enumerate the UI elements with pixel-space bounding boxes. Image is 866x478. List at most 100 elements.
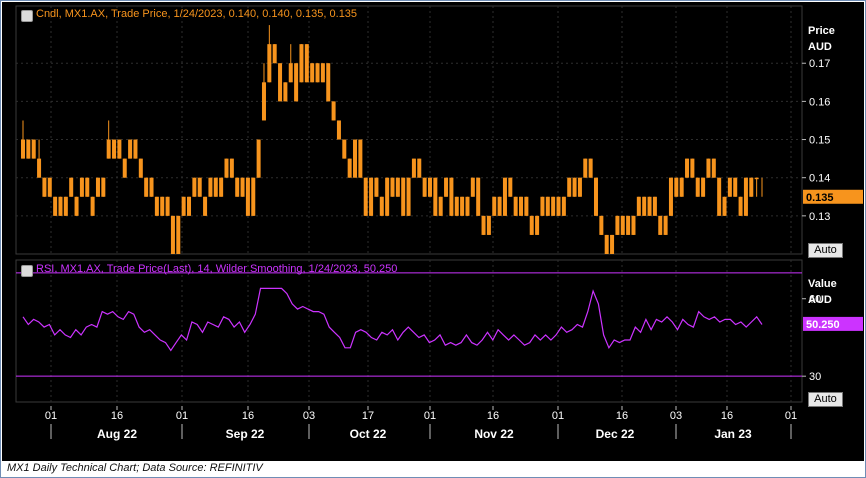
candle-body — [385, 177, 390, 216]
x-tick-label: 01 — [176, 410, 188, 422]
candle-body — [470, 177, 475, 197]
candle-body — [165, 196, 170, 216]
candle-body — [374, 177, 379, 197]
candle-body — [722, 196, 727, 216]
candle-body — [47, 177, 52, 197]
candle-body — [229, 158, 234, 178]
candle-body — [492, 196, 497, 216]
candle-body — [331, 101, 336, 121]
candle-body — [497, 196, 502, 216]
price-auto-scale-button[interactable]: Auto — [808, 243, 843, 258]
candle-body — [695, 177, 700, 197]
candle-body — [261, 82, 266, 121]
last-price-label: 0.135 — [806, 192, 834, 204]
candle-body — [706, 158, 711, 178]
legend-toggle-icon[interactable] — [21, 10, 33, 22]
candle-body — [133, 139, 138, 159]
chart-window: 01 16 01 16 03 17 01 16 01 16 03 16 01 Aug 22 Sep 22 Oc… — [0, 0, 866, 478]
candle-body — [572, 177, 577, 197]
candle-body — [690, 158, 695, 178]
candle-body — [369, 177, 374, 216]
candle-body — [551, 196, 556, 216]
candle-body — [395, 177, 400, 197]
price-tick-label: 0.14 — [809, 173, 830, 185]
legend-toggle-icon[interactable] — [21, 265, 33, 277]
candle-body — [390, 177, 395, 197]
candle-body — [449, 177, 454, 216]
candle-body — [170, 215, 175, 254]
month-label: Nov 22 — [474, 427, 514, 441]
candle-body — [240, 177, 245, 197]
candle-body — [433, 177, 438, 216]
candle-body — [197, 177, 202, 197]
candle-body — [326, 63, 331, 102]
candle-body — [717, 177, 722, 216]
candle-body — [481, 215, 486, 235]
x-tick-label: 03 — [303, 410, 315, 422]
candle-body — [743, 177, 748, 216]
candle-body — [674, 177, 679, 197]
candle-body — [631, 215, 636, 235]
candle-body — [213, 177, 218, 197]
price-axis-title: Price — [808, 25, 835, 37]
candle-body — [401, 177, 406, 216]
month-label: Aug 22 — [97, 427, 137, 441]
candle-body — [267, 44, 272, 83]
candle-body — [588, 158, 593, 178]
candle-body — [513, 196, 518, 216]
rsi-legend: RSI, MX1.AX, Trade Price(Last), 14, Wild… — [36, 263, 398, 275]
candle-body — [149, 177, 154, 197]
x-tick-label: 16 — [111, 410, 123, 422]
candle-body — [294, 63, 299, 102]
candle-body — [138, 158, 143, 178]
candle-body — [679, 177, 684, 197]
x-tick-label: 16 — [242, 410, 254, 422]
candle-body — [465, 196, 470, 216]
candle-body — [599, 215, 604, 235]
candle-body — [620, 215, 625, 235]
candle-body — [154, 196, 159, 216]
rsi-line — [22, 287, 763, 352]
rsi-axis-unit: AUD — [808, 294, 832, 306]
candle-body — [363, 177, 368, 216]
candle-body — [69, 177, 74, 197]
candle-body — [353, 139, 358, 178]
candle-body — [476, 177, 481, 216]
candle-body — [117, 139, 122, 159]
candle-body — [288, 63, 293, 83]
candle-body — [128, 139, 133, 159]
candle-body — [181, 196, 186, 216]
candle-body — [176, 215, 181, 254]
month-label: Sep 22 — [226, 427, 265, 441]
candle-body — [278, 63, 283, 102]
price-axis-unit: AUD — [808, 41, 832, 53]
candle-body — [749, 177, 754, 197]
candle-body — [31, 139, 36, 159]
candle-body — [79, 177, 84, 197]
candle-body — [74, 196, 79, 216]
candle-body — [101, 177, 106, 197]
price-tick-label: 0.13 — [809, 211, 830, 223]
candle-body — [508, 177, 513, 197]
candle-body — [604, 234, 609, 254]
technical-chart-svg: 01 16 01 16 03 17 01 16 01 16 03 16 01 Aug 22 Sep 22 Oc… — [15, 5, 863, 441]
price-legend: Cndl, MX1.AX, Trade Price, 1/24/2023, 0.… — [36, 8, 358, 20]
candle-body — [63, 196, 68, 216]
candle-body — [642, 196, 647, 216]
candle-body — [754, 177, 759, 180]
candle-body — [208, 177, 213, 197]
candle-body — [615, 215, 620, 235]
candle-body — [187, 196, 192, 216]
rsi-auto-scale-button[interactable]: Auto — [808, 392, 843, 407]
candle-body — [235, 177, 240, 197]
candle-body — [315, 63, 320, 83]
candle-body — [685, 158, 690, 178]
candle-body — [160, 196, 165, 216]
candle-body — [53, 196, 58, 216]
candle-body — [701, 177, 706, 197]
candle-body — [304, 44, 309, 83]
candle-body — [299, 44, 304, 83]
rsi-axis-title: Value — [808, 278, 837, 290]
price-tick-label: 0.15 — [809, 135, 830, 147]
candle-body — [733, 177, 738, 197]
